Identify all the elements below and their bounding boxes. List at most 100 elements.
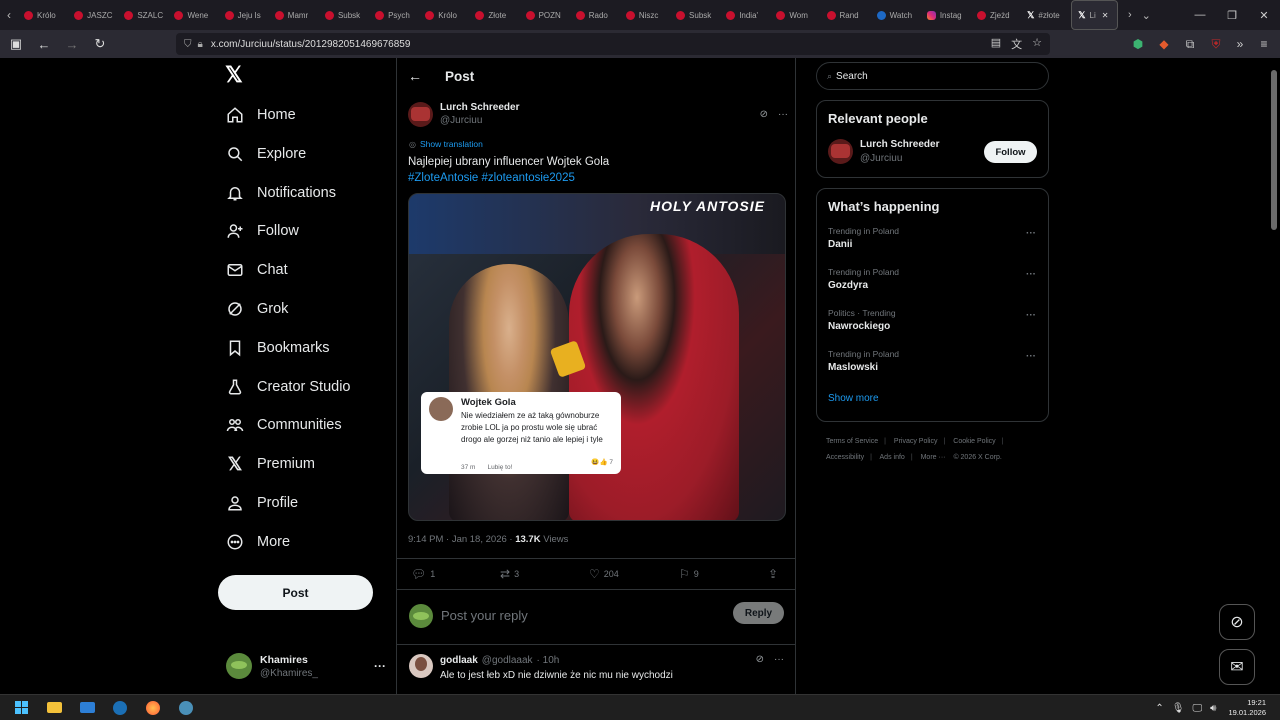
browser-tab[interactable]: Królo (18, 0, 68, 30)
browser-tab[interactable]: Rado (570, 0, 620, 30)
close-window-icon[interactable]: ✕ (1248, 0, 1280, 30)
fox-extension-icon[interactable]: ◆ (1154, 30, 1174, 58)
nav-item-premium[interactable]: 𝕏 Premium (224, 449, 315, 479)
nav-item-profile[interactable]: Profile (224, 488, 298, 518)
search-input[interactable]: ⌕ Search (816, 62, 1049, 90)
browser-tab[interactable]: SZALC (118, 0, 168, 30)
forward-icon[interactable]: → (60, 32, 84, 56)
nav-item-more[interactable]: More (224, 527, 290, 557)
footer-ads-info[interactable]: Ads info (880, 454, 905, 461)
trend-item[interactable]: Trending in Poland Danii ··· (817, 222, 1048, 263)
tabs-scroll-left-icon[interactable]: ‹ (0, 0, 18, 30)
nav-item-home[interactable]: Home (224, 100, 296, 130)
tracking-shield-icon[interactable]: ⛉ (184, 39, 192, 50)
show-more-link[interactable]: Show more (817, 386, 1048, 404)
clock[interactable]: 19:21 19.01.2026 (1228, 698, 1266, 718)
tray-chevron-icon[interactable]: ⌃ (1155, 703, 1163, 714)
monitor-app-icon[interactable] (75, 696, 99, 720)
post-media-image[interactable]: HOLY ANTOSIE Wojtek Gola Nie wiedziałem … (408, 193, 786, 521)
relevant-person[interactable]: Lurch Schreeder @Jurciuu Follow (817, 126, 1048, 172)
network-icon[interactable]: 🖵︎ (1193, 703, 1203, 714)
sidebar-toggle-icon[interactable]: ▣ (4, 32, 28, 56)
back-icon[interactable]: ← (32, 32, 56, 56)
page-scrollbar[interactable] (1268, 58, 1280, 694)
browser-tab[interactable]: Zjeżd (971, 0, 1021, 30)
trend-item[interactable]: Politics · Trending Nawrockiego ··· (817, 304, 1048, 345)
nav-item-grok[interactable]: Grok (224, 294, 288, 324)
maximize-icon[interactable]: ❐ (1216, 0, 1248, 30)
grok-icon[interactable]: ⊘ (756, 654, 764, 665)
reply-action[interactable]: 💬︎ 1 (411, 567, 435, 581)
reply-button[interactable]: Reply (733, 602, 784, 624)
more-dots-icon[interactable]: ··· (1026, 310, 1036, 321)
footer-cookie[interactable]: Cookie Policy (953, 438, 995, 445)
show-translation-link[interactable]: ◎ Show translation (409, 139, 483, 149)
nav-item-notifications[interactable]: Notifications (224, 178, 336, 208)
volume-icon[interactable]: 🔊︎ (1210, 703, 1216, 714)
steam-icon[interactable] (108, 696, 132, 720)
lock-icon[interactable]: 🔒︎ (198, 39, 203, 50)
nav-item-follow[interactable]: Follow (224, 216, 299, 246)
author-avatar[interactable] (408, 101, 433, 127)
address-bar[interactable]: ⛉ 🔒︎ x.com/Jurciuu/status/20129820514696… (176, 33, 1050, 55)
footer-terms[interactable]: Terms of Service (826, 438, 878, 445)
browser-tab[interactable]: Niszc (620, 0, 670, 30)
nav-item-bookmarks[interactable]: Bookmarks (224, 333, 330, 363)
more-dots-icon[interactable]: ··· (1026, 269, 1036, 280)
nav-item-chat[interactable]: Chat (224, 255, 288, 285)
close-tab-icon[interactable]: ✕ (1102, 11, 1109, 20)
ublock-extension-icon[interactable]: ⛨ (1206, 30, 1226, 58)
nav-item-communities[interactable]: Communities (224, 410, 342, 440)
back-arrow-icon[interactable]: ← (408, 68, 422, 84)
bookmark-star-icon[interactable]: ☆ (1032, 36, 1042, 52)
browser-tab[interactable]: Wene (168, 0, 218, 30)
more-dots-icon[interactable]: ··· (374, 659, 386, 673)
grok-icon[interactable]: ⊘ (760, 109, 768, 120)
vpn-extension-icon[interactable]: ⬢ (1128, 30, 1148, 58)
more-dots-icon[interactable]: ··· (1026, 228, 1036, 239)
browser-tab[interactable]: Subsk (670, 0, 720, 30)
footer-accessibility[interactable]: Accessibility (826, 454, 864, 461)
browser-tab[interactable]: Królo (419, 0, 469, 30)
messages-floating-button[interactable]: ✉ (1219, 649, 1255, 685)
footer-privacy[interactable]: Privacy Policy (894, 438, 938, 445)
avatar[interactable] (828, 139, 853, 164)
like-action[interactable]: ♡ 204 (589, 567, 619, 581)
browser-tab[interactable]: Wom (770, 0, 820, 30)
browser-tab[interactable]: Jeju Is (219, 0, 269, 30)
firefox-icon[interactable] (141, 696, 165, 720)
footer-more[interactable]: More ··· (921, 454, 946, 461)
app-icon[interactable] (174, 696, 198, 720)
file-explorer-icon[interactable] (42, 696, 66, 720)
account-switcher[interactable]: Khamires @Khamires_ ··· (226, 648, 386, 684)
person-name[interactable]: Lurch Schreeder (860, 139, 939, 150)
trend-item[interactable]: Trending in Poland Gozdyra ··· (817, 263, 1048, 304)
browser-tab[interactable]: Subsk (319, 0, 369, 30)
browser-tab[interactable]: Watch (871, 0, 921, 30)
browser-tab[interactable]: Złote (469, 0, 519, 30)
tabs-scroll-right-icon[interactable]: › (1128, 9, 1132, 21)
reply-author-handle[interactable]: @godlaaak (482, 655, 533, 666)
more-dots-icon[interactable]: ··· (778, 109, 788, 120)
bookmark-action[interactable]: ⚐ 9 (679, 567, 699, 581)
browser-tab[interactable]: 𝕏 #złote (1021, 0, 1071, 30)
browser-tab[interactable]: 𝕏 Li ✕ (1071, 0, 1118, 30)
browser-tab[interactable]: Instag (921, 0, 971, 30)
scrollbar-thumb[interactable] (1271, 70, 1277, 230)
browser-tab[interactable]: POZN (520, 0, 570, 30)
microphone-icon[interactable]: 🎙︎ (1172, 703, 1185, 714)
windows-start-icon[interactable] (9, 696, 33, 720)
post-button[interactable]: Post (218, 575, 373, 610)
more-dots-icon[interactable]: ··· (774, 654, 784, 665)
reload-icon[interactable]: ↻ (88, 32, 112, 56)
more-tools-icon[interactable]: » (1230, 30, 1250, 58)
minimize-icon[interactable]: — (1184, 0, 1216, 30)
share-action[interactable]: ⇪ (768, 567, 782, 581)
reply-input[interactable]: Post your reply (441, 608, 528, 623)
repost-action[interactable]: ⇄ 3 (500, 567, 519, 581)
grok-floating-button[interactable]: ⊘ (1219, 604, 1255, 640)
author-handle[interactable]: @Jurciuu (440, 115, 519, 126)
browser-tab[interactable]: JASZC (68, 0, 118, 30)
post-hashtags[interactable]: #ZloteAntosie #zloteantosie2025 (408, 170, 788, 186)
url-text[interactable]: x.com/Jurciuu/status/2012982051469676859 (211, 39, 411, 50)
